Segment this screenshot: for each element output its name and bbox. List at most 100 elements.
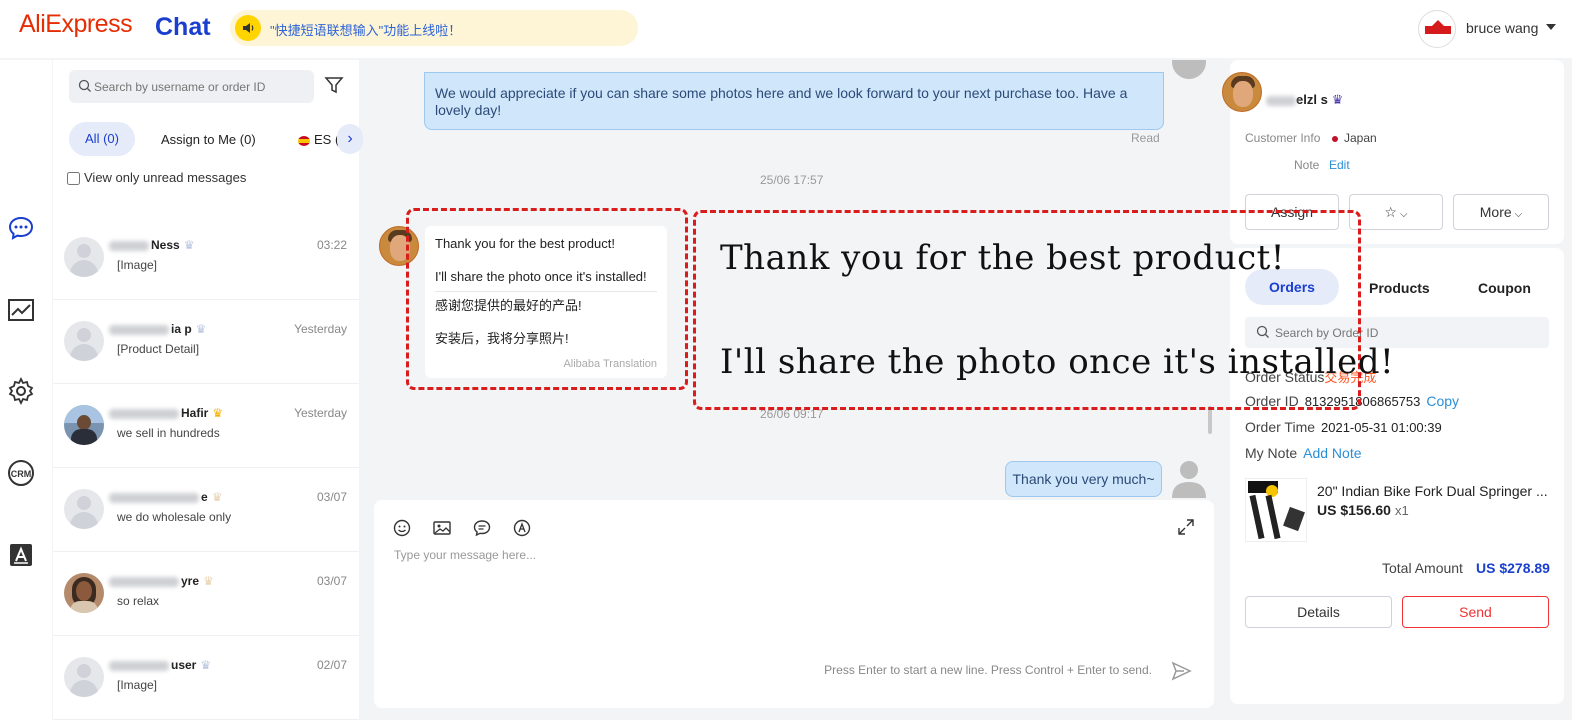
avatar [64, 489, 104, 529]
chevron-down-icon[interactable] [1546, 24, 1556, 30]
filter-icon[interactable] [324, 75, 344, 95]
conversation-name: ia p ♛ [109, 322, 206, 336]
spain-flag-icon [298, 135, 310, 146]
chat-title: Chat [155, 13, 211, 41]
conversation-item[interactable]: Hafir ♛ Yesterday we sell in hundreds [53, 384, 359, 468]
top-header: AliExpress Chat "快捷短语联想输入"功能上线啦！ bruce w… [0, 0, 1572, 58]
conversation-name: e ♛ [109, 490, 222, 504]
seller-avatar [1172, 461, 1206, 498]
announcement-banner[interactable]: "快捷短语联想输入"功能上线啦！ [230, 10, 638, 46]
crown-icon: ♛ [200, 658, 212, 672]
conversation-search-input[interactable] [94, 77, 304, 97]
message-composer: Press Enter to start a new line. Press C… [374, 500, 1214, 708]
conversation-item[interactable]: user ♛ 02/07 [Image] [53, 636, 359, 720]
unread-checkbox[interactable] [67, 172, 80, 186]
message-input[interactable] [394, 548, 1184, 648]
conversation-item[interactable]: Ness ♛ 03:22 [Image] [53, 216, 359, 300]
avatar [64, 405, 104, 445]
star-icon: ☆ [1384, 204, 1397, 220]
customer-avatar[interactable] [1222, 72, 1262, 112]
unread-filter[interactable]: View only unread messages [67, 170, 247, 186]
add-note-link[interactable]: Add Note [1303, 445, 1361, 461]
order-time-value: 2021-05-31 01:00:39 [1321, 420, 1442, 435]
user-name[interactable]: bruce wang [1466, 20, 1538, 36]
tab-assign-to-me[interactable]: Assign to Me (0) [161, 132, 256, 147]
search-icon [78, 79, 91, 92]
send-order-button[interactable]: Send [1402, 596, 1549, 628]
chevron-down-icon: ⌵ [1399, 209, 1408, 220]
conversation-search[interactable] [69, 70, 314, 103]
conversation-preview: [Image] [117, 678, 158, 692]
favorite-button[interactable]: ☆ ⌵ [1349, 194, 1443, 230]
unread-label: View only unread messages [84, 170, 247, 185]
conversation-preview: we do wholesale only [117, 510, 232, 524]
expand-icon[interactable] [1177, 518, 1195, 536]
crown-icon: ♛ [183, 238, 195, 252]
avatar [64, 657, 104, 697]
send-icon[interactable] [1170, 660, 1192, 682]
translate-icon[interactable] [512, 518, 532, 538]
tab-coupon[interactable]: Coupon [1478, 280, 1531, 296]
chevron-down-icon: ⌵ [1514, 209, 1523, 220]
product-title[interactable]: 20" Indian Bike Fork Dual Springer ... [1317, 483, 1548, 499]
product-quantity: x1 [1394, 503, 1409, 518]
conversation-preview: so relax [117, 594, 160, 608]
customer-country: Japan [1332, 131, 1377, 145]
product-image[interactable] [1245, 478, 1307, 542]
details-button[interactable]: Details [1245, 596, 1392, 628]
user-avatar[interactable] [1418, 10, 1456, 48]
annotation-text: Thank you for the best product! I'll sha… [720, 232, 1394, 388]
total-amount-label: Total Amount [1382, 560, 1463, 576]
conversation-time: Yesterday [294, 406, 347, 420]
total-amount-value: US $278.89 [1476, 560, 1550, 576]
crown-icon: ♛ [203, 574, 214, 588]
quick-reply-icon[interactable] [472, 518, 492, 538]
emoji-icon[interactable] [392, 518, 412, 538]
read-status: Read [1131, 131, 1160, 145]
conversation-time: 02/07 [316, 658, 347, 672]
conversation-preview: [Product Detail] [117, 342, 200, 356]
more-button[interactable]: More ⌵ [1453, 194, 1549, 230]
customer-info-label: Customer Info [1245, 131, 1321, 145]
product-price: US $156.60 x1 [1317, 502, 1409, 518]
gear-icon[interactable] [7, 377, 35, 405]
conversation-name: Ness ♛ [109, 238, 194, 252]
conversation-item[interactable]: ia p ♛ Yesterday [Product Detail] [53, 300, 359, 384]
avatar [64, 321, 104, 361]
conversation-preview: [Image] [117, 258, 158, 272]
conversation-time: Yesterday [294, 322, 347, 336]
image-icon[interactable] [432, 518, 452, 538]
svg-text:CRM: CRM [11, 469, 32, 479]
copy-order-id-link[interactable]: Copy [1426, 393, 1459, 409]
tab-all[interactable]: All (0) [69, 122, 135, 156]
conversation-preview: we sell in hundreds [117, 426, 220, 440]
translate-icon[interactable] [7, 541, 35, 569]
conversation-name: user ♛ [109, 658, 211, 672]
annotation-line: Thank you for the best product! [720, 238, 1285, 278]
conversation-item[interactable]: yre ♛ 03/07 so relax [53, 552, 359, 636]
conversation-name: Hafir ♛ [109, 406, 223, 420]
scrollbar[interactable] [1208, 406, 1212, 434]
aliexpress-logo[interactable]: AliExpress [19, 10, 133, 39]
customer-name: elzl s ♛ [1266, 92, 1343, 108]
conversation-time: 03:22 [316, 238, 347, 252]
message-timestamp: 25/06 17:57 [760, 173, 824, 187]
outgoing-message: We would appreciate if you can share som… [424, 72, 1164, 130]
my-note-label: My Note [1245, 445, 1298, 461]
outgoing-message: Thank you very much~ [1005, 461, 1162, 497]
analytics-icon[interactable] [7, 297, 35, 325]
speaker-icon [235, 15, 261, 41]
my-note-row: My Note Add Note [1245, 445, 1362, 461]
conversation-time: 03/07 [316, 490, 347, 504]
annotation-line: I'll share the photo once it's installed… [720, 342, 1395, 382]
edit-note-link[interactable]: Edit [1329, 158, 1350, 172]
order-time-row: Order Time 2021-05-31 01:00:39 [1245, 419, 1442, 435]
crown-icon: ♛ [195, 322, 207, 336]
conversation-item[interactable]: e ♛ 03/07 we do wholesale only [53, 468, 359, 552]
tab-es[interactable]: ES ( [298, 132, 339, 147]
chat-bubble-icon[interactable] [7, 214, 35, 242]
left-nav: CRM [0, 60, 52, 720]
crm-icon[interactable]: CRM [7, 459, 35, 487]
conversation-time: 03/07 [316, 574, 347, 588]
composer-hint: Press Enter to start a new line. Press C… [824, 663, 1152, 677]
